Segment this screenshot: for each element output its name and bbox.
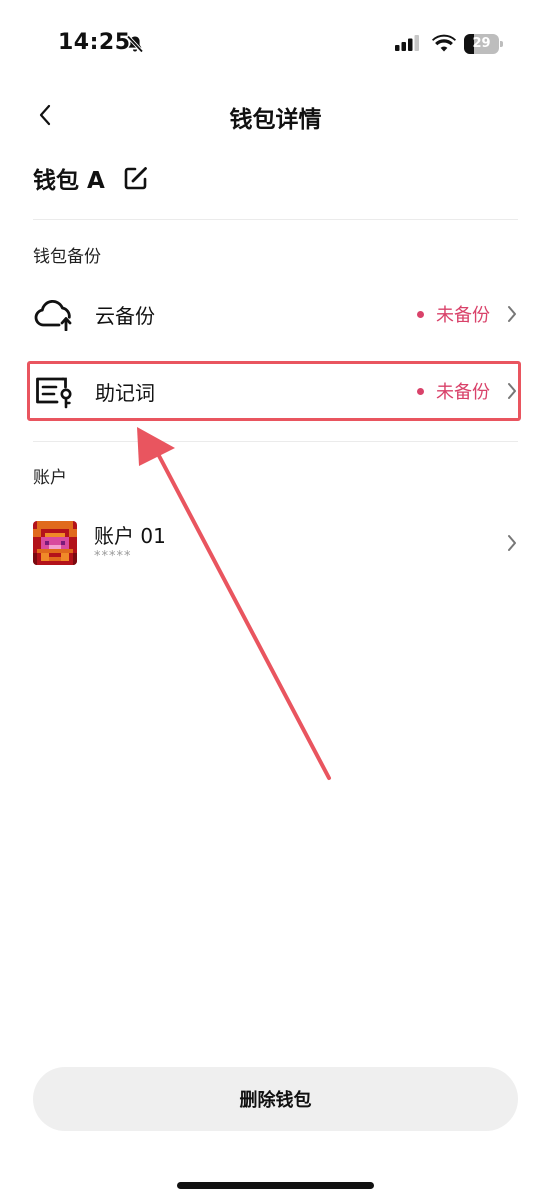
cellular-signal-icon (395, 35, 421, 55)
cloud-backup-label: 云备份 (95, 303, 155, 328)
nav-bar: 钱包详情 (0, 90, 551, 142)
battery-icon: 29 (464, 34, 503, 54)
wifi-icon (432, 34, 456, 56)
delete-wallet-button[interactable]: 删除钱包 (33, 1067, 518, 1131)
divider (33, 441, 518, 442)
wallet-name: 钱包 A (33, 168, 105, 194)
cloud-backup-row[interactable]: 云备份 未备份 (33, 284, 518, 344)
chevron-right-icon (506, 533, 518, 553)
status-badge: 未备份 (417, 301, 490, 327)
cloud-backup-status: 未备份 (436, 305, 490, 326)
page-title: 钱包详情 (229, 107, 322, 133)
status-time: 14:25 (58, 30, 131, 55)
edit-icon[interactable] (123, 165, 149, 191)
status-bar: 14:25 29 (0, 0, 551, 90)
highlight-box (27, 361, 521, 421)
cloud-upload-icon (33, 294, 75, 334)
account-name: 账户 01 (94, 523, 166, 548)
account-row[interactable]: 账户 01 ***** (33, 515, 518, 571)
chevron-right-icon (506, 304, 518, 324)
wallet-header: 钱包 A (33, 160, 149, 196)
section-title-backup: 钱包备份 (33, 247, 101, 267)
bell-off-icon (125, 34, 145, 58)
divider (33, 219, 518, 220)
account-text: 账户 01 ***** (94, 523, 490, 564)
avatar (33, 521, 77, 565)
account-subtitle: ***** (94, 548, 132, 564)
battery-level: 29 (472, 36, 491, 51)
status-dot (417, 310, 424, 318)
section-title-accounts: 账户 (33, 468, 67, 488)
home-indicator (177, 1182, 374, 1189)
